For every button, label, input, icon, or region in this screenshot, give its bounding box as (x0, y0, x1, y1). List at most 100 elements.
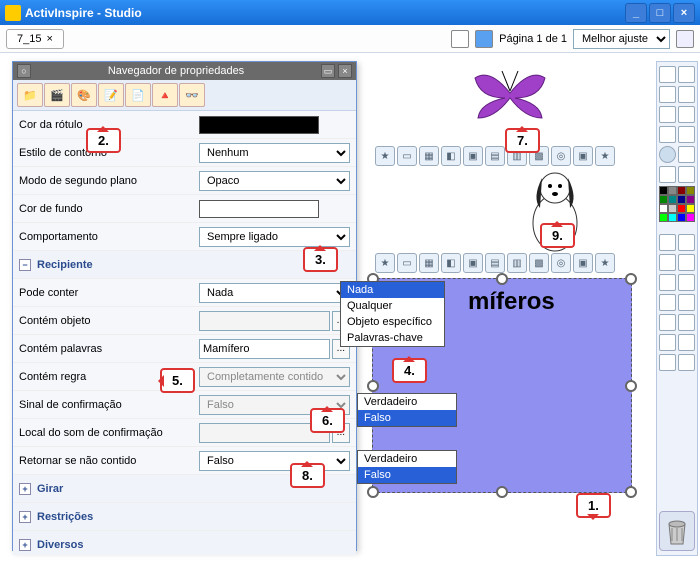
text-tool-icon[interactable] (659, 314, 676, 331)
palette-color[interactable] (659, 195, 668, 204)
palette-color[interactable] (668, 186, 677, 195)
handle-icon[interactable]: ▥ (507, 253, 527, 273)
zoom-fit-combo[interactable]: Melhor ajuste (573, 29, 670, 49)
handle-icon[interactable]: ▣ (573, 253, 593, 273)
highlighter-tool-icon[interactable] (678, 254, 695, 271)
handle-icon[interactable]: ★ (375, 253, 395, 273)
minimize-button[interactable]: _ (625, 3, 647, 23)
select-tool-icon[interactable] (678, 234, 695, 251)
browser-tab-icon[interactable]: 📝 (98, 83, 124, 107)
color-swatch[interactable] (199, 116, 319, 134)
palette-color[interactable] (686, 186, 695, 195)
tool-button[interactable] (678, 126, 695, 143)
close-button[interactable]: × (673, 3, 695, 23)
expand-icon[interactable]: + (19, 539, 31, 551)
palette-color[interactable] (659, 213, 668, 222)
tool-button[interactable] (678, 166, 695, 183)
browser-tab-icon[interactable]: 📁 (17, 83, 43, 107)
panel-close-icon[interactable]: × (338, 64, 352, 78)
dropdown-option[interactable]: Nada (341, 282, 444, 298)
estilo-contorno-select[interactable]: Nenhum (199, 143, 350, 163)
tool-button[interactable] (659, 334, 676, 351)
eraser-tool-icon[interactable] (659, 274, 676, 291)
palette-color[interactable] (677, 204, 686, 213)
tool-button[interactable] (659, 166, 676, 183)
maximize-button[interactable]: □ (649, 3, 671, 23)
handle-icon[interactable]: ▦ (419, 146, 439, 166)
collapse-icon[interactable]: − (19, 259, 31, 271)
tool-button[interactable] (678, 86, 695, 103)
palette-color[interactable] (677, 195, 686, 204)
shape-tool-icon[interactable] (659, 294, 676, 311)
palette-color[interactable] (686, 213, 695, 222)
section-diversos[interactable]: + Diversos (13, 531, 356, 555)
tool-button[interactable] (659, 354, 676, 371)
resize-handle[interactable] (625, 486, 637, 498)
resize-handle[interactable] (367, 380, 379, 392)
contem-palavras-input[interactable] (199, 339, 330, 359)
pode-conter-select[interactable]: Nada (199, 283, 350, 303)
expand-icon[interactable]: + (19, 483, 31, 495)
palette-color[interactable] (677, 213, 686, 222)
dropdown-option[interactable]: Palavras-chave (341, 330, 444, 346)
browser-tab-icon[interactable]: 🔺 (152, 83, 178, 107)
handle-icon[interactable]: ★ (595, 253, 615, 273)
dropdown-option[interactable]: Falso (358, 467, 456, 483)
handle-icon[interactable]: ▭ (397, 253, 417, 273)
resize-handle[interactable] (496, 486, 508, 498)
resize-handle[interactable] (625, 380, 637, 392)
handle-icon[interactable]: ◎ (551, 253, 571, 273)
handle-icon[interactable]: ▣ (573, 146, 593, 166)
panel-menu-icon[interactable]: ▭ (321, 64, 335, 78)
retornar-select[interactable]: Falso (199, 451, 350, 471)
tool-button[interactable] (678, 106, 695, 123)
dropdown-option[interactable]: Qualquer (341, 298, 444, 314)
handle-icon[interactable]: ▤ (485, 146, 505, 166)
section-restricoes[interactable]: + Restrições (13, 503, 356, 531)
modo-segundo-select[interactable]: Opaco (199, 171, 350, 191)
palette-color[interactable] (686, 204, 695, 213)
dropdown-option[interactable]: Verdadeiro (358, 451, 456, 467)
butterfly-object[interactable] (470, 63, 550, 123)
palette-color[interactable] (668, 195, 677, 204)
nav-icon[interactable] (676, 30, 694, 48)
expand-icon[interactable]: + (19, 511, 31, 523)
contem-regra-select[interactable]: Completamente contido (199, 367, 350, 387)
connector-tool-icon[interactable] (678, 294, 695, 311)
palette-color[interactable] (668, 213, 677, 222)
dropdown-option[interactable]: Objeto específico (341, 314, 444, 330)
tool-button[interactable] (659, 146, 676, 163)
handle-icon[interactable]: ◧ (441, 146, 461, 166)
trash-bin[interactable] (659, 511, 695, 551)
browser-tab-icon[interactable]: 👓 (179, 83, 205, 107)
retornar-dropdown[interactable]: Verdadeiro Falso (357, 450, 457, 484)
tool-button[interactable] (659, 86, 676, 103)
palette-color[interactable] (659, 204, 668, 213)
tool-button[interactable] (659, 106, 676, 123)
palette-color[interactable] (686, 195, 695, 204)
color-swatch[interactable] (199, 200, 319, 218)
palette-color[interactable] (677, 186, 686, 195)
handle-icon[interactable]: ▣ (463, 253, 483, 273)
dropdown-option[interactable]: Falso (358, 410, 456, 426)
palette-color[interactable] (668, 204, 677, 213)
tool-button[interactable] (678, 146, 695, 163)
resize-handle[interactable] (367, 486, 379, 498)
browser-tab-icon[interactable]: 🎬 (44, 83, 70, 107)
snowflake-icon[interactable] (475, 30, 493, 48)
tab-close-icon[interactable]: × (46, 33, 52, 45)
pode-conter-dropdown[interactable]: Nada Qualquer Objeto específico Palavras… (340, 281, 445, 347)
handle-icon[interactable]: ▩ (529, 253, 549, 273)
fill-tool-icon[interactable] (678, 274, 695, 291)
panel-pin-icon[interactable]: ○ (17, 64, 31, 78)
handle-icon[interactable]: ▤ (485, 253, 505, 273)
handle-icon[interactable]: ◧ (441, 253, 461, 273)
handle-icon[interactable]: ▦ (419, 253, 439, 273)
handle-icon[interactable]: ★ (375, 146, 395, 166)
tool-button[interactable] (678, 66, 695, 83)
handle-icon[interactable]: ★ (595, 146, 615, 166)
tool-button[interactable] (659, 126, 676, 143)
handle-icon[interactable]: ▣ (463, 146, 483, 166)
browser-tab-icon[interactable]: 📄 (125, 83, 151, 107)
resize-handle[interactable] (496, 273, 508, 285)
